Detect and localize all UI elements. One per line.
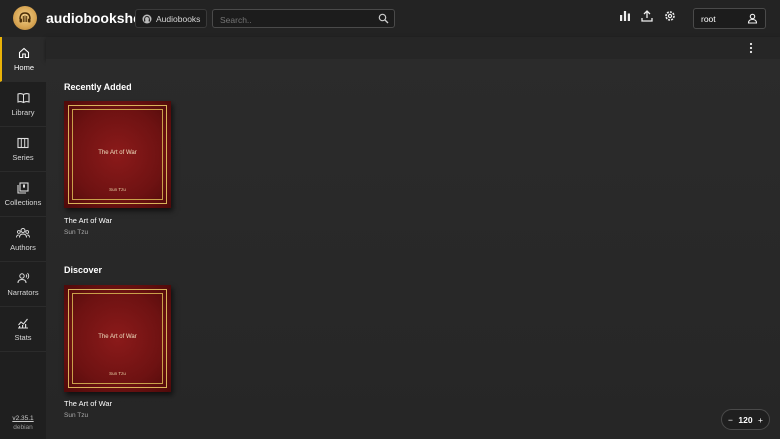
sidebar-item-label: Home: [13, 62, 34, 72]
search-input[interactable]: [218, 10, 382, 29]
columns-icon: [17, 137, 29, 148]
more-vertical-icon[interactable]: [748, 42, 754, 54]
library-select-label: Audiobooks: [156, 13, 201, 24]
main-content: Recently Added The Art of War Sun Tzu Th…: [46, 59, 780, 439]
app-logo-icon[interactable]: [13, 6, 37, 30]
app-title[interactable]: audiobookshelf: [46, 10, 149, 26]
shelf-title: Discover: [64, 265, 103, 275]
collections-icon: [17, 181, 29, 194]
user-icon: [747, 13, 758, 24]
cover-author: Sun Tzu: [109, 371, 126, 376]
sidebar-item-label: Stats: [14, 332, 32, 342]
sidebar-item-label: Library: [11, 107, 35, 117]
version-info: v2.35.1 debian: [0, 415, 46, 431]
sidebar-item-authors[interactable]: Authors: [0, 217, 46, 262]
os-label: debian: [13, 424, 33, 431]
cover-title: The Art of War: [98, 334, 137, 340]
authors-icon: [16, 227, 30, 238]
sidebar-item-home[interactable]: Home: [0, 37, 46, 82]
top-bar: audiobookshelf Audiobooks root: [0, 0, 780, 37]
sidebar: Home Library Series Collections Authors …: [0, 37, 46, 439]
user-name: root: [701, 13, 716, 24]
cover-title: The Art of War: [98, 150, 137, 156]
headphones-icon: [142, 14, 152, 23]
book-title[interactable]: The Art of War: [64, 399, 112, 408]
home-icon: [18, 47, 30, 58]
toolbar: [46, 37, 780, 59]
sidebar-item-label: Series: [12, 152, 34, 162]
version-link[interactable]: v2.35.1: [0, 415, 46, 422]
stats-icon: [18, 318, 28, 328]
search-box[interactable]: [212, 9, 395, 29]
book-author[interactable]: Sun Tzu: [64, 412, 88, 419]
narrator-icon: [17, 272, 29, 283]
sidebar-item-narrators[interactable]: Narrators: [0, 262, 46, 307]
sidebar-item-library[interactable]: Library: [0, 82, 46, 127]
book-open-icon: [16, 92, 30, 103]
library-select[interactable]: Audiobooks: [135, 9, 207, 28]
zoom-value: 120: [738, 414, 753, 425]
zoom-in-button[interactable]: +: [758, 415, 763, 425]
user-menu-button[interactable]: root: [693, 8, 766, 29]
shelf-title: Recently Added: [64, 82, 132, 92]
zoom-control: − 120 +: [721, 409, 770, 430]
gear-icon[interactable]: [664, 10, 676, 22]
sidebar-item-collections[interactable]: Collections: [0, 172, 46, 217]
sidebar-item-label: Collections: [4, 197, 42, 207]
book-title[interactable]: The Art of War: [64, 216, 112, 225]
sidebar-item-stats[interactable]: Stats: [0, 307, 46, 352]
book-cover[interactable]: The Art of War Sun Tzu: [64, 285, 171, 392]
search-icon[interactable]: [378, 13, 389, 24]
sidebar-item-label: Narrators: [7, 287, 39, 297]
sidebar-item-label: Authors: [10, 242, 36, 252]
zoom-out-button[interactable]: −: [728, 415, 733, 425]
book-author[interactable]: Sun Tzu: [64, 229, 88, 236]
book-cover[interactable]: The Art of War Sun Tzu: [64, 101, 171, 208]
sidebar-item-series[interactable]: Series: [0, 127, 46, 172]
cover-author: Sun Tzu: [109, 187, 126, 192]
upload-icon[interactable]: [641, 10, 653, 22]
stats-bar-icon[interactable]: [619, 10, 631, 22]
